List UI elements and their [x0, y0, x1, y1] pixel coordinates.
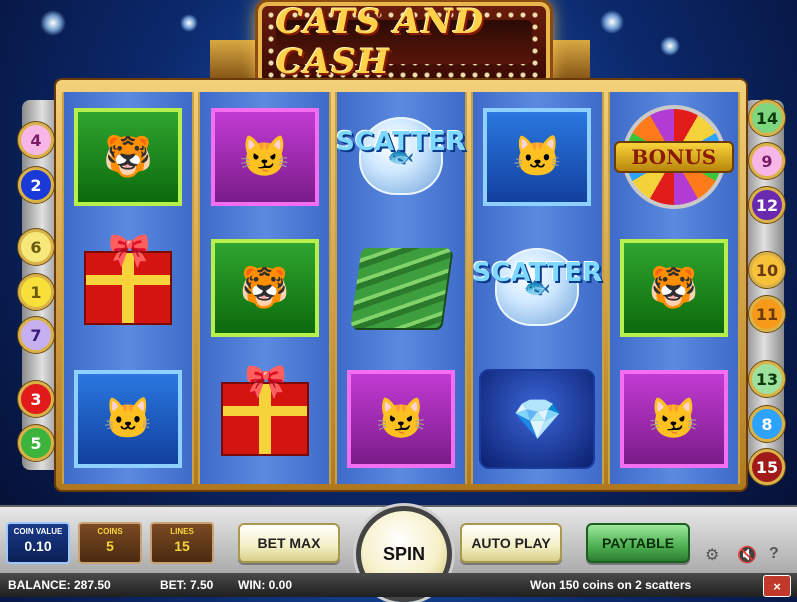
bonus-wheel-icon: BONUS	[613, 105, 734, 209]
lady-cat-frame: 🐱	[74, 370, 183, 468]
lady-cat-frame: 🐱	[483, 108, 592, 206]
tiger-cat-frame: 🐯	[74, 108, 183, 206]
persian-cat-frame: 😼	[347, 370, 456, 468]
close-icon[interactable]: ×	[763, 575, 791, 597]
persian-cat-icon: 😼	[376, 397, 426, 441]
symbol-gift: 🎀	[200, 354, 328, 484]
payline-badge-2[interactable]: 2	[18, 167, 54, 203]
payline-badge-1[interactable]: 1	[18, 274, 54, 310]
payline-badge-13[interactable]: 13	[749, 361, 785, 397]
symbol-gift: 🎀	[64, 223, 192, 353]
tiger-cat-icon: 🐯	[648, 266, 699, 310]
game-screen: { "logo": {"text": "CATS AND CASH"}, "re…	[0, 0, 797, 602]
symbol-cash	[337, 223, 465, 353]
tiger-cat-icon: 🐯	[239, 266, 290, 310]
symbol-scatter: 🐟 SCATTER	[472, 223, 603, 353]
coin-value-box[interactable]: COIN VALUE 0.10	[6, 522, 70, 564]
tiger-cat-frame: 🐯	[619, 239, 728, 337]
help-question-icon[interactable]: ?	[769, 545, 779, 563]
persian-cat-frame: 😼	[210, 108, 319, 206]
sound-muted-icon[interactable]: 🔇	[737, 545, 757, 565]
win-message: Won 150 coins on 2 scatters	[530, 578, 692, 592]
symbol-persian-cat: 😼	[610, 354, 738, 484]
tiger-cat-frame: 🐯	[210, 239, 319, 337]
reel-1: 🐯 🎀 🐱	[62, 92, 195, 484]
reel-5: BONUS 🐯 😼	[607, 92, 741, 484]
spotlight	[600, 10, 624, 34]
symbol-bonus: BONUS	[610, 92, 738, 222]
lines-box[interactable]: LINES 15	[150, 522, 214, 564]
reel-3: 🐟 SCATTER 😼	[334, 92, 468, 484]
balance-display: BALANCE: 287.50	[8, 578, 111, 592]
win-display: WIN: 0.00	[238, 578, 293, 592]
spotlight	[660, 36, 680, 56]
symbol-persian-cat: 😼	[200, 92, 328, 222]
settings-gear-icon[interactable]: ⚙	[705, 545, 719, 565]
status-bar: BALANCE: 287.50 BET: 7.50 WIN: 0.00 Won …	[0, 573, 797, 597]
symbol-persian-cat: 😼	[337, 354, 465, 484]
scatter-label: SCATTER	[472, 258, 603, 288]
paytable-button[interactable]: PAYTABLE	[586, 523, 690, 563]
cash-stack-icon	[350, 248, 452, 328]
spotlight	[180, 14, 198, 32]
logo-marquee: CATS AND CASH	[258, 2, 550, 86]
payline-badge-4[interactable]: 4	[18, 122, 54, 158]
payline-badge-12[interactable]: 12	[749, 187, 785, 223]
bet-max-button[interactable]: BET MAX	[238, 523, 340, 563]
symbol-lady-cat: 🐱	[64, 354, 192, 484]
coins-box[interactable]: COINS 5	[78, 522, 142, 564]
symbol-scatter: 🐟 SCATTER	[336, 92, 466, 222]
persian-cat-frame: 😼	[619, 370, 728, 468]
coins-label: COINS	[97, 527, 123, 536]
scatter-label: SCATTER	[336, 127, 466, 157]
coin-value: 0.10	[24, 538, 52, 554]
symbol-lady-cat: 🐱	[473, 92, 601, 222]
tiger-cat-icon: 🐯	[103, 135, 154, 179]
lines-label: LINES	[170, 527, 194, 536]
reel-2: 😼 🐯 🎀	[198, 92, 331, 484]
payline-badge-7[interactable]: 7	[18, 317, 54, 353]
payline-badge-11[interactable]: 11	[749, 296, 785, 332]
symbol-necklace: 💎	[473, 354, 601, 484]
reels-area: 🐯 🎀 🐱 😼 🐯 🎀 🐟 SCATTER 😼 🐱 🐟 SCATTER 💎 BONUS…	[62, 92, 741, 484]
payline-badge-9[interactable]: 9	[749, 143, 785, 179]
auto-play-button[interactable]: AUTO PLAY	[460, 523, 562, 563]
coins-value: 5	[106, 538, 114, 554]
game-logo: CATS AND CASH	[276, 2, 532, 82]
gift-box-icon: 🎀	[220, 363, 309, 456]
payline-badge-3[interactable]: 3	[18, 381, 54, 417]
payline-badge-8[interactable]: 8	[749, 406, 785, 442]
symbol-tiger-cat: 🐯	[610, 223, 738, 353]
payline-badge-10[interactable]: 10	[749, 252, 785, 288]
lady-cat-icon: 🐱	[103, 397, 154, 441]
persian-cat-icon: 😼	[648, 397, 699, 441]
payline-badge-15[interactable]: 15	[749, 449, 785, 485]
lady-cat-icon: 🐱	[512, 135, 563, 179]
diamond-necklace-icon: 💎	[479, 369, 596, 469]
reel-4: 🐱 🐟 SCATTER 💎	[471, 92, 604, 484]
payline-badge-6[interactable]: 6	[18, 229, 54, 265]
coin-value-label: COIN VALUE	[13, 527, 63, 536]
lines-value: 15	[174, 538, 190, 554]
symbol-tiger-cat: 🐯	[200, 223, 328, 353]
payline-badge-14[interactable]: 14	[749, 100, 785, 136]
spotlight	[40, 10, 66, 36]
gift-box-icon: 🎀	[84, 232, 173, 325]
bonus-label: BONUS	[613, 141, 734, 173]
bet-display: BET: 7.50	[160, 578, 214, 592]
symbol-tiger-cat: 🐯	[64, 92, 192, 222]
persian-cat-icon: 😼	[239, 135, 290, 179]
payline-badge-5[interactable]: 5	[18, 425, 54, 461]
